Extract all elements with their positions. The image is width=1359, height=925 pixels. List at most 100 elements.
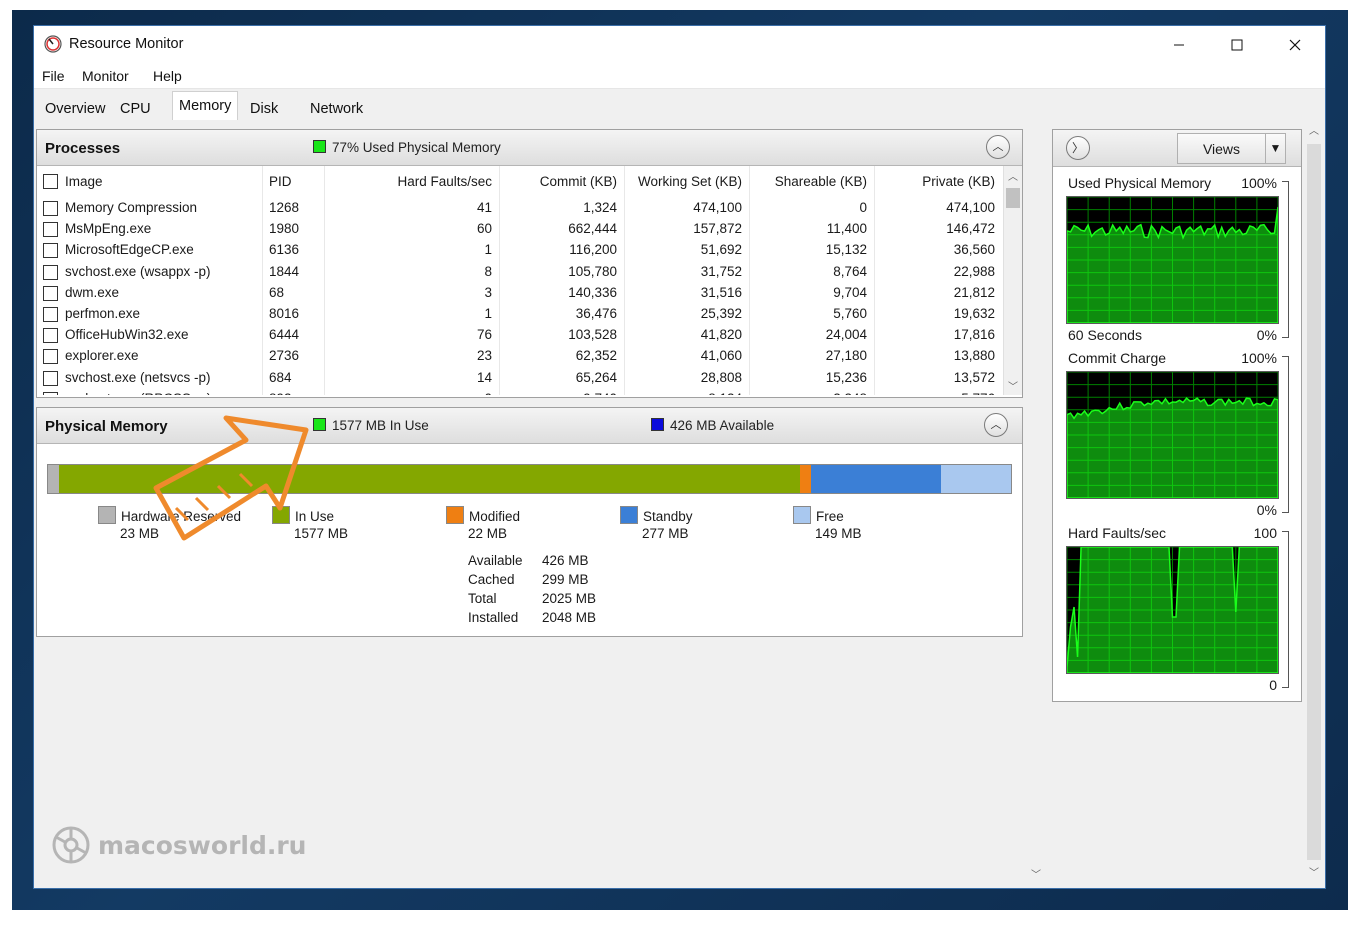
menu-help[interactable]: Help xyxy=(153,68,182,84)
resource-monitor-app-icon xyxy=(44,35,62,53)
cell-working-set: 31,516 xyxy=(700,284,742,300)
graph-min: 0% xyxy=(1256,502,1277,518)
table-row[interactable]: explorer.exe 2736 23 62,352 41,060 27,180 13,8… xyxy=(37,345,1001,366)
chevron-up-icon: ︿ xyxy=(990,419,1002,431)
views-button[interactable]: Views ▼ xyxy=(1177,133,1286,164)
cell-commit: 105,780 xyxy=(568,263,617,279)
watermark-logo-icon xyxy=(52,826,90,864)
tab-overview[interactable]: Overview xyxy=(38,95,112,123)
cell-commit: 65,264 xyxy=(575,369,617,385)
bar-segment-modified xyxy=(800,465,811,493)
row-checkbox[interactable] xyxy=(43,349,58,365)
row-checkbox[interactable] xyxy=(43,285,58,301)
scroll-down-icon[interactable]: ﹀ xyxy=(1031,866,1041,881)
bar-segment-free xyxy=(940,465,1011,493)
table-row[interactable]: OfficeHubWin32.exe 6444 76 103,528 41,820 24,… xyxy=(37,324,1001,345)
stat-label: Installed xyxy=(468,610,519,625)
cell-working-set: 41,060 xyxy=(700,348,742,364)
cell-shareable: 24,004 xyxy=(825,327,867,343)
cell-commit: 140,336 xyxy=(568,284,617,300)
graph-title: Commit Charge xyxy=(1068,350,1167,366)
in-use-legend: 1577 MB In Use xyxy=(313,418,429,433)
graphs-panel: 〉 Views ▼ Used Physical Memory 100% 60 S… xyxy=(1052,129,1302,702)
bar-segment-hardware-reserved xyxy=(48,465,59,493)
annotation-arrow-icon xyxy=(153,415,309,541)
title-bar[interactable]: Resource Monitor xyxy=(34,26,1325,64)
legend-swatch-light-blue xyxy=(793,506,811,524)
table-row[interactable]: svchost.exe (netsvcs -p) 684 14 65,264 28,80… xyxy=(37,367,1001,388)
legend-swatch-orange xyxy=(446,506,464,524)
cell-pid: 1844 xyxy=(269,263,300,279)
row-checkbox[interactable] xyxy=(43,243,58,259)
scroll-up-icon[interactable]: ︿ xyxy=(1309,122,1319,137)
stat-value: 2025 MB xyxy=(542,591,597,606)
row-checkbox[interactable] xyxy=(43,307,58,322)
left-pane-scrollbar[interactable]: ﹀ xyxy=(1027,126,1045,882)
cell-working-set: 474,100 xyxy=(693,200,742,215)
processes-header[interactable]: Processes 77% Used Physical Memory ︿ xyxy=(37,130,1022,166)
graph-series-area xyxy=(1067,397,1278,498)
chevron-right-icon: 〉 xyxy=(1071,141,1084,155)
menu-file[interactable]: File xyxy=(42,68,65,84)
cell-working-set: 31,752 xyxy=(700,263,742,279)
tab-network[interactable]: Network xyxy=(303,95,370,123)
scroll-up-icon[interactable]: ︿ xyxy=(1008,168,1018,183)
graphs-scrollbar[interactable]: ︿ ﹀ xyxy=(1305,120,1323,882)
graph-title: Hard Faults/sec xyxy=(1068,525,1167,541)
legend-swatch-gray xyxy=(98,506,116,524)
row-checkbox[interactable] xyxy=(43,222,58,238)
cell-working-set: 8,124 xyxy=(708,391,742,395)
menu-monitor[interactable]: Monitor xyxy=(82,68,129,84)
processes-scrollbar[interactable]: ︿ ﹀ xyxy=(1003,166,1022,395)
table-row[interactable]: svchost.exe (wsappx -p) 1844 8 105,780 31,75… xyxy=(37,261,1001,282)
tab-memory[interactable]: Memory xyxy=(172,91,239,123)
row-checkbox[interactable] xyxy=(43,264,58,280)
column-header-private[interactable]: Private (KB) xyxy=(922,174,995,189)
row-checkbox[interactable] xyxy=(43,201,58,216)
table-row[interactable]: Memory Compression 1268 41 1,324 474,100 0 474… xyxy=(37,197,1001,218)
column-header-shareable[interactable]: Shareable (KB) xyxy=(775,174,867,189)
minimize-button[interactable] xyxy=(1150,26,1208,64)
watermark-text: macosworld.ru xyxy=(98,830,307,860)
cell-pid: 6136 xyxy=(269,242,300,258)
row-checkbox[interactable] xyxy=(43,391,58,395)
stat-value: 299 MB xyxy=(542,572,589,587)
column-header-working-set[interactable]: Working Set (KB) xyxy=(638,174,742,189)
used-physical-memory-legend: 77% Used Physical Memory xyxy=(313,140,501,155)
column-header-commit[interactable]: Commit (KB) xyxy=(540,174,617,189)
table-row[interactable]: MicrosoftEdgeCP.exe 6136 1 116,200 51,692 15,… xyxy=(37,239,1001,260)
tab-cpu[interactable]: CPU xyxy=(113,95,158,123)
scroll-thumb[interactable] xyxy=(1006,188,1020,208)
maximize-button[interactable] xyxy=(1208,26,1266,64)
dropdown-arrow-icon[interactable]: ▼ xyxy=(1265,134,1285,163)
tab-disk[interactable]: Disk xyxy=(243,95,285,123)
graph-scale-bracket xyxy=(1282,531,1289,688)
graph-min: 0 xyxy=(1269,677,1277,693)
select-all-checkbox[interactable] xyxy=(43,174,58,189)
cell-shareable: 15,236 xyxy=(825,369,867,385)
cell-working-set: 25,392 xyxy=(700,306,742,321)
cell-shareable: 15,132 xyxy=(825,242,867,258)
column-header-pid[interactable]: PID xyxy=(269,174,292,189)
stat-value: 2048 MB xyxy=(542,610,597,625)
table-row[interactable]: MsMpEng.exe 1980 60 662,444 157,872 11,400 146… xyxy=(37,218,1001,239)
close-button[interactable] xyxy=(1266,26,1324,64)
table-row[interactable]: perfmon.exe 8016 1 36,476 25,392 5,760 19,632 xyxy=(37,303,1001,324)
cell-working-set: 28,808 xyxy=(700,369,742,385)
scroll-thumb[interactable] xyxy=(1307,144,1321,860)
row-checkbox[interactable] xyxy=(43,370,58,386)
cell-private: 474,100 xyxy=(946,200,995,215)
collapse-physical-memory-button[interactable]: ︿ xyxy=(984,413,1008,437)
cell-pid: 8016 xyxy=(269,306,300,321)
collapse-processes-button[interactable]: ︿ xyxy=(986,135,1010,159)
scroll-down-icon[interactable]: ﹀ xyxy=(1309,864,1319,879)
scroll-down-icon[interactable]: ﹀ xyxy=(1008,378,1018,393)
table-header-row[interactable]: Image PID Hard Faults/sec Commit (KB) Workin… xyxy=(37,166,1001,189)
row-checkbox[interactable] xyxy=(43,328,58,344)
cell-commit: 36,476 xyxy=(575,306,617,321)
column-header-hard-faults[interactable]: Hard Faults/sec xyxy=(397,174,492,189)
table-row[interactable]: dwm.exe 68 3 140,336 31,516 9,704 21,812 xyxy=(37,282,1001,303)
collapse-graphs-button[interactable]: 〉 xyxy=(1066,136,1090,160)
column-header-image[interactable]: Image xyxy=(65,174,103,189)
table-row[interactable]: svchost.exe (RPCSS -p) 892 0 9,740 8,124 2,34… xyxy=(37,388,1001,395)
